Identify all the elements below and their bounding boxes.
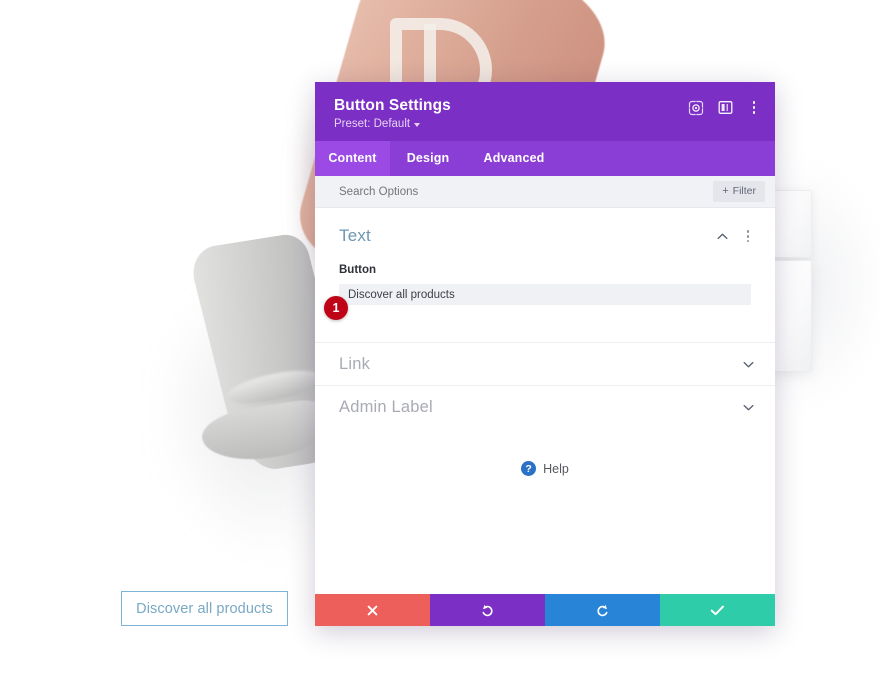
preset-selector[interactable]: Preset: Default: [334, 118, 451, 130]
undo-button[interactable]: [430, 594, 545, 626]
preset-label: Preset: Default: [334, 118, 411, 131]
chevron-down-icon: [414, 123, 421, 128]
section-text: Text Button 1: [315, 208, 775, 321]
modal-header-icons: [687, 96, 761, 116]
button-text-input[interactable]: [339, 284, 751, 306]
section-admin-label[interactable]: Admin Label: [315, 385, 775, 428]
redo-button[interactable]: [545, 594, 660, 626]
search-options-row: + Filter: [315, 176, 775, 209]
layout-panel-icon[interactable]: [717, 99, 734, 116]
step-badge-1: 1: [324, 296, 348, 321]
section-text-header-icons: [716, 228, 755, 245]
tab-design[interactable]: Design: [390, 141, 466, 176]
modal-tabs: Content Design Advanced: [315, 141, 775, 177]
tab-content[interactable]: Content: [315, 141, 390, 177]
screen: Discover all products Button Settings Pr…: [0, 0, 880, 683]
help-link[interactable]: ? Help: [315, 461, 775, 477]
section-link-title: Link: [339, 354, 371, 373]
filter-button[interactable]: + Filter: [713, 181, 765, 203]
section-text-header[interactable]: Text: [315, 226, 775, 246]
more-vertical-icon[interactable]: [747, 99, 761, 116]
checkmark-icon: [710, 605, 724, 615]
undo-icon: [482, 604, 493, 616]
target-icon[interactable]: [687, 99, 704, 116]
chevron-up-icon[interactable]: [716, 230, 729, 243]
help-label: Help: [543, 461, 569, 476]
chevron-down-icon[interactable]: [742, 401, 755, 414]
modal-action-bar: [315, 594, 775, 626]
redo-icon: [597, 604, 608, 616]
save-button[interactable]: [660, 594, 775, 626]
modal-body: Text Button 1: [315, 208, 775, 594]
button-settings-modal: Button Settings Preset: Default Content …: [315, 82, 775, 626]
search-options-input[interactable]: [339, 185, 639, 198]
modal-header: Button Settings Preset: Default: [315, 82, 775, 142]
close-icon: [367, 605, 378, 615]
button-text-field-label: Button: [339, 264, 377, 277]
modal-title: Button Settings: [334, 97, 451, 114]
section-text-title: Text: [339, 226, 371, 246]
modal-header-titles: Button Settings Preset: Default: [334, 96, 451, 130]
filter-button-label: Filter: [732, 185, 756, 198]
plus-icon: +: [722, 184, 729, 197]
section-text-more-icon[interactable]: [741, 228, 755, 245]
product-box-bottom: [770, 260, 812, 372]
cancel-button[interactable]: [315, 594, 430, 626]
help-question-icon: ?: [521, 461, 537, 477]
discover-all-products-button[interactable]: Discover all products: [121, 591, 288, 626]
section-link[interactable]: Link: [315, 342, 775, 385]
chevron-down-icon[interactable]: [742, 358, 755, 371]
button-text-field-group: Button 1: [315, 246, 775, 321]
section-admin-label-title: Admin Label: [339, 397, 433, 416]
tab-advanced[interactable]: Advanced: [466, 141, 562, 176]
product-box-top: [770, 190, 812, 258]
